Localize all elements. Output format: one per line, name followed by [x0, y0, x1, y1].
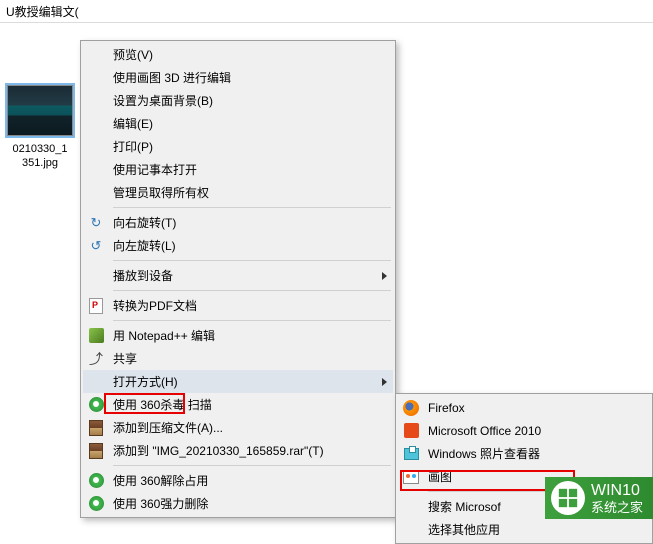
- watermark-top: WIN10: [591, 482, 643, 500]
- menu-label: 向右旋转(T): [113, 214, 387, 231]
- thumbnail-image: [5, 83, 75, 138]
- 360-icon: [85, 495, 107, 513]
- menu-cast-device[interactable]: 播放到设备: [83, 264, 393, 287]
- menu-edit-3d[interactable]: 使用画图 3D 进行编辑: [83, 66, 393, 89]
- menu-preview[interactable]: 预览(V): [83, 43, 393, 66]
- submenu-arrow-icon: [382, 378, 387, 386]
- blank-icon: [85, 138, 107, 156]
- menu-rotate-left[interactable]: 向左旋转(L): [83, 234, 393, 257]
- menu-separator: [113, 465, 391, 466]
- rotate-left-icon: [85, 237, 107, 255]
- menu-notepad[interactable]: 使用记事本打开: [83, 158, 393, 181]
- submenu-photo-viewer[interactable]: Windows 照片查看器: [398, 442, 650, 465]
- blank-icon: [85, 267, 107, 285]
- pdf-icon: [85, 297, 107, 315]
- rotate-right-icon: [85, 214, 107, 232]
- blank-icon: [85, 373, 107, 391]
- menu-label: 播放到设备: [113, 267, 382, 284]
- window-title: U教授编辑文(: [6, 3, 79, 20]
- menu-label: 使用记事本打开: [113, 161, 387, 178]
- rar-icon: [85, 419, 107, 437]
- menu-label: 向左旋转(L): [113, 237, 387, 254]
- menu-share[interactable]: 共享: [83, 347, 393, 370]
- menu-label: 编辑(E): [113, 115, 387, 132]
- blank-icon: [85, 69, 107, 87]
- blank-icon: [85, 184, 107, 202]
- 360-icon: [85, 396, 107, 414]
- paint-icon: [400, 468, 422, 486]
- watermark: WIN10 系统之家: [545, 477, 653, 519]
- menu-label: 使用画图 3D 进行编辑: [113, 69, 387, 86]
- menu-label: 打开方式(H): [113, 373, 382, 390]
- menu-360-scan[interactable]: 使用 360杀毒 扫描: [83, 393, 393, 416]
- breadcrumb-bar: U教授编辑文(: [0, 0, 653, 23]
- menu-separator: [113, 320, 391, 321]
- watermark-logo-icon: [551, 481, 585, 515]
- context-menu: 预览(V) 使用画图 3D 进行编辑 设置为桌面背景(B) 编辑(E) 打印(P…: [80, 40, 396, 518]
- office-icon: [400, 422, 422, 440]
- menu-label: Microsoft Office 2010: [428, 424, 644, 438]
- submenu-firefox[interactable]: Firefox: [398, 396, 650, 419]
- blank-icon: [85, 46, 107, 64]
- menu-label: 管理员取得所有权: [113, 184, 387, 201]
- content-area: 0210330_1 351.jpg 预览(V) 使用画图 3D 进行编辑 设置为…: [0, 23, 653, 519]
- menu-separator: [113, 207, 391, 208]
- photo-viewer-icon: [400, 445, 422, 463]
- open-with-submenu: Firefox Microsoft Office 2010 Windows 照片…: [395, 393, 653, 544]
- menu-360-unblock[interactable]: 使用 360解除占用: [83, 469, 393, 492]
- menu-label: 打印(P): [113, 138, 387, 155]
- menu-set-desktop[interactable]: 设置为桌面背景(B): [83, 89, 393, 112]
- submenu-arrow-icon: [382, 272, 387, 280]
- watermark-text: WIN10 系统之家: [591, 482, 643, 515]
- blank-icon: [85, 115, 107, 133]
- menu-360-force-delete[interactable]: 使用 360强力删除: [83, 492, 393, 515]
- rar-icon: [85, 442, 107, 460]
- thumbnail-label: 0210330_1 351.jpg: [0, 142, 80, 170]
- menu-label: 预览(V): [113, 46, 387, 63]
- menu-label: 添加到 "IMG_20210330_165859.rar"(T): [113, 442, 387, 459]
- blank-icon: [400, 498, 422, 516]
- share-icon: [85, 350, 107, 368]
- blank-icon: [85, 161, 107, 179]
- menu-label: 使用 360杀毒 扫描: [113, 396, 387, 413]
- menu-notepadpp[interactable]: 用 Notepad++ 编辑: [83, 324, 393, 347]
- menu-separator: [113, 290, 391, 291]
- menu-label: 添加到压缩文件(A)...: [113, 419, 387, 436]
- menu-label: 转换为PDF文档: [113, 297, 387, 314]
- file-thumbnail[interactable]: 0210330_1 351.jpg: [0, 83, 80, 170]
- menu-label: Windows 照片查看器: [428, 445, 644, 462]
- menu-edit[interactable]: 编辑(E): [83, 112, 393, 135]
- menu-label: 使用 360强力删除: [113, 495, 387, 512]
- blank-icon: [400, 521, 422, 539]
- menu-admin-ownership[interactable]: 管理员取得所有权: [83, 181, 393, 204]
- notepadpp-icon: [85, 327, 107, 345]
- menu-separator: [113, 260, 391, 261]
- submenu-office[interactable]: Microsoft Office 2010: [398, 419, 650, 442]
- menu-open-with[interactable]: 打开方式(H): [83, 370, 393, 393]
- menu-rotate-right[interactable]: 向右旋转(T): [83, 211, 393, 234]
- menu-label: 用 Notepad++ 编辑: [113, 327, 387, 344]
- menu-label: 选择其他应用: [428, 521, 644, 538]
- menu-label: Firefox: [428, 401, 644, 415]
- menu-label: 共享: [113, 350, 387, 367]
- submenu-choose-other[interactable]: 选择其他应用: [398, 518, 650, 541]
- watermark-bottom: 系统之家: [591, 500, 643, 515]
- blank-icon: [85, 92, 107, 110]
- menu-label: 使用 360解除占用: [113, 472, 387, 489]
- firefox-icon: [400, 399, 422, 417]
- menu-convert-pdf[interactable]: 转换为PDF文档: [83, 294, 393, 317]
- menu-add-to-rar[interactable]: 添加到 "IMG_20210330_165859.rar"(T): [83, 439, 393, 462]
- menu-print[interactable]: 打印(P): [83, 135, 393, 158]
- menu-label: 设置为桌面背景(B): [113, 92, 387, 109]
- menu-add-archive[interactable]: 添加到压缩文件(A)...: [83, 416, 393, 439]
- 360-icon: [85, 472, 107, 490]
